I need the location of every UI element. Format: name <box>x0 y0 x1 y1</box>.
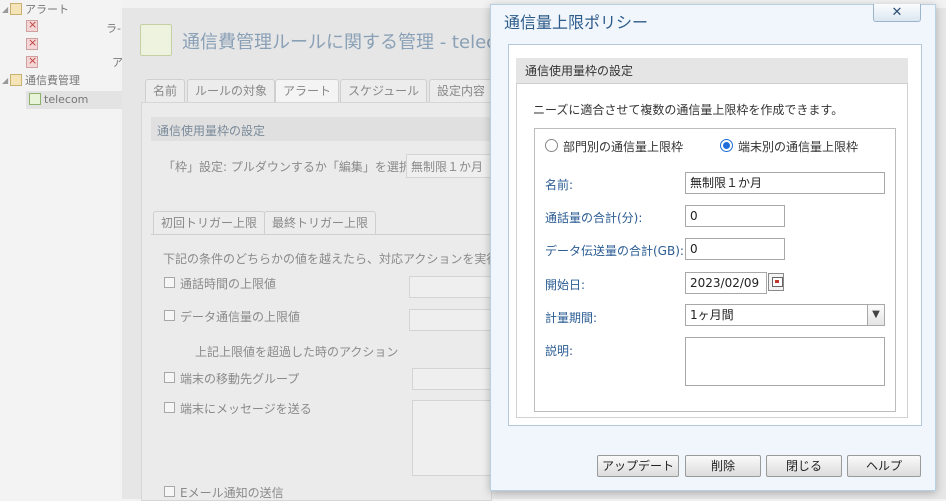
tab-schedule[interactable]: スケジュール <box>340 79 428 102</box>
send-message-checkbox[interactable] <box>164 402 175 413</box>
condition-text: 下記の条件のどちらかの値を越えたら、対応アクションを実行. <box>163 252 503 266</box>
device-radio[interactable] <box>720 139 733 152</box>
tree-item-alert-rule-3[interactable] <box>26 52 41 72</box>
device-radio-label[interactable]: 端末別の通信量上限枠 <box>738 138 858 155</box>
move-group-checkbox[interactable] <box>164 372 175 383</box>
tab-rule-target[interactable]: ルールの対象 <box>187 79 276 102</box>
billing-rule-icon <box>140 24 172 56</box>
start-date-input[interactable]: 2023/02/09 <box>685 272 767 294</box>
tree-item-label: telecom <box>44 93 89 106</box>
tree-column-text: ラ- <box>106 22 121 35</box>
frame-select[interactable]: 無制限１か月 <box>406 154 492 178</box>
department-radio[interactable] <box>545 139 558 152</box>
section-header: 通信使用量枠の設定 <box>516 58 908 84</box>
background-title: 通信費管理ルールに関する管理 - telecom <box>182 32 525 53</box>
tree-item-label: アラート <box>25 3 69 16</box>
collapse-icon[interactable]: ◢ <box>2 1 10 19</box>
data-limit-label: データ通信量の上限値 <box>180 310 301 324</box>
frame-select-value: 無制限１か月 <box>411 160 484 174</box>
cost-management-icon <box>10 74 22 86</box>
move-group-label: 端末の移動先グループ <box>180 372 300 386</box>
period-select[interactable]: 1ヶ月間 ▼ <box>685 304 885 326</box>
alert-rule-icon <box>26 34 38 52</box>
period-label: 計量期間: <box>545 311 598 325</box>
background-section-title: 通信使用量枠の設定 <box>157 124 266 138</box>
tab-alert[interactable]: アラート <box>275 79 340 102</box>
call-limit-label: 通話時間の上限値 <box>180 277 277 291</box>
alert-rule-icon <box>26 16 38 34</box>
name-label: 名前: <box>545 178 574 192</box>
chevron-down-icon[interactable]: ▼ <box>867 305 884 325</box>
tree-item-label: 通信費管理 <box>25 74 80 87</box>
subtab-first-trigger[interactable]: 初回トリガー上限 <box>153 211 266 234</box>
tab-name[interactable]: 名前 <box>145 79 186 102</box>
data-total-input[interactable]: 0 <box>685 238 785 260</box>
call-limit-checkbox[interactable] <box>164 277 175 288</box>
data-total-label: データ伝送量の合計(GB): <box>545 244 684 258</box>
call-total-label: 通話量の合計(分): <box>545 211 643 225</box>
send-message-label: 端末にメッセージを送る <box>180 402 312 416</box>
data-limit-checkbox[interactable] <box>164 310 175 321</box>
description-textarea[interactable] <box>685 337 885 386</box>
alert-rule-icon <box>26 52 38 70</box>
navigation-tree: ◢アラート ラ- ア ◢通信費管理 telecom <box>0 0 125 499</box>
data-limit-input[interactable] <box>409 309 492 331</box>
move-group-select[interactable] <box>412 368 492 390</box>
call-limit-input[interactable] <box>409 276 492 298</box>
tab-settings[interactable]: 設定内容 <box>429 79 494 102</box>
delete-button[interactable]: 削除 <box>685 455 761 477</box>
subtab-last-trigger[interactable]: 最終トリガー上限 <box>264 211 377 234</box>
name-input[interactable]: 無制限１か月 <box>685 172 885 194</box>
dialog-title: 通信量上限ポリシー <box>504 13 649 32</box>
action-heading: 上記上限値を超過した時のアクション <box>195 345 399 359</box>
email-label: Eメール通知の送信 <box>180 486 284 500</box>
collapse-icon[interactable]: ◢ <box>2 72 10 90</box>
department-radio-label[interactable]: 部門別の通信量上限枠 <box>563 138 683 155</box>
message-textarea[interactable] <box>412 400 492 476</box>
tree-item-telecom[interactable]: telecom <box>26 91 125 109</box>
update-button[interactable]: アップデート <box>597 455 679 477</box>
start-date-label: 開始日: <box>545 278 586 292</box>
close-button[interactable]: 閉じる <box>766 455 842 477</box>
period-select-value: 1ヶ月間 <box>690 308 734 322</box>
section-description: ニーズに適合させて複数の通信量上限枠を作成できます。 <box>533 103 844 117</box>
call-total-input[interactable]: 0 <box>685 205 785 227</box>
description-label: 説明: <box>545 344 574 358</box>
dollar-icon <box>29 93 41 105</box>
help-button[interactable]: ヘルプ <box>847 455 921 477</box>
alert-folder-icon <box>10 3 22 15</box>
frame-prompt: 「枠」設定: プルダウンするか「編集」を選択: <box>163 160 415 174</box>
close-icon[interactable]: ✕ <box>873 4 921 22</box>
calendar-icon[interactable] <box>768 273 784 291</box>
tree-item-cost-management[interactable]: ◢ 通信費管理 <box>2 72 80 90</box>
email-checkbox[interactable] <box>164 486 175 497</box>
